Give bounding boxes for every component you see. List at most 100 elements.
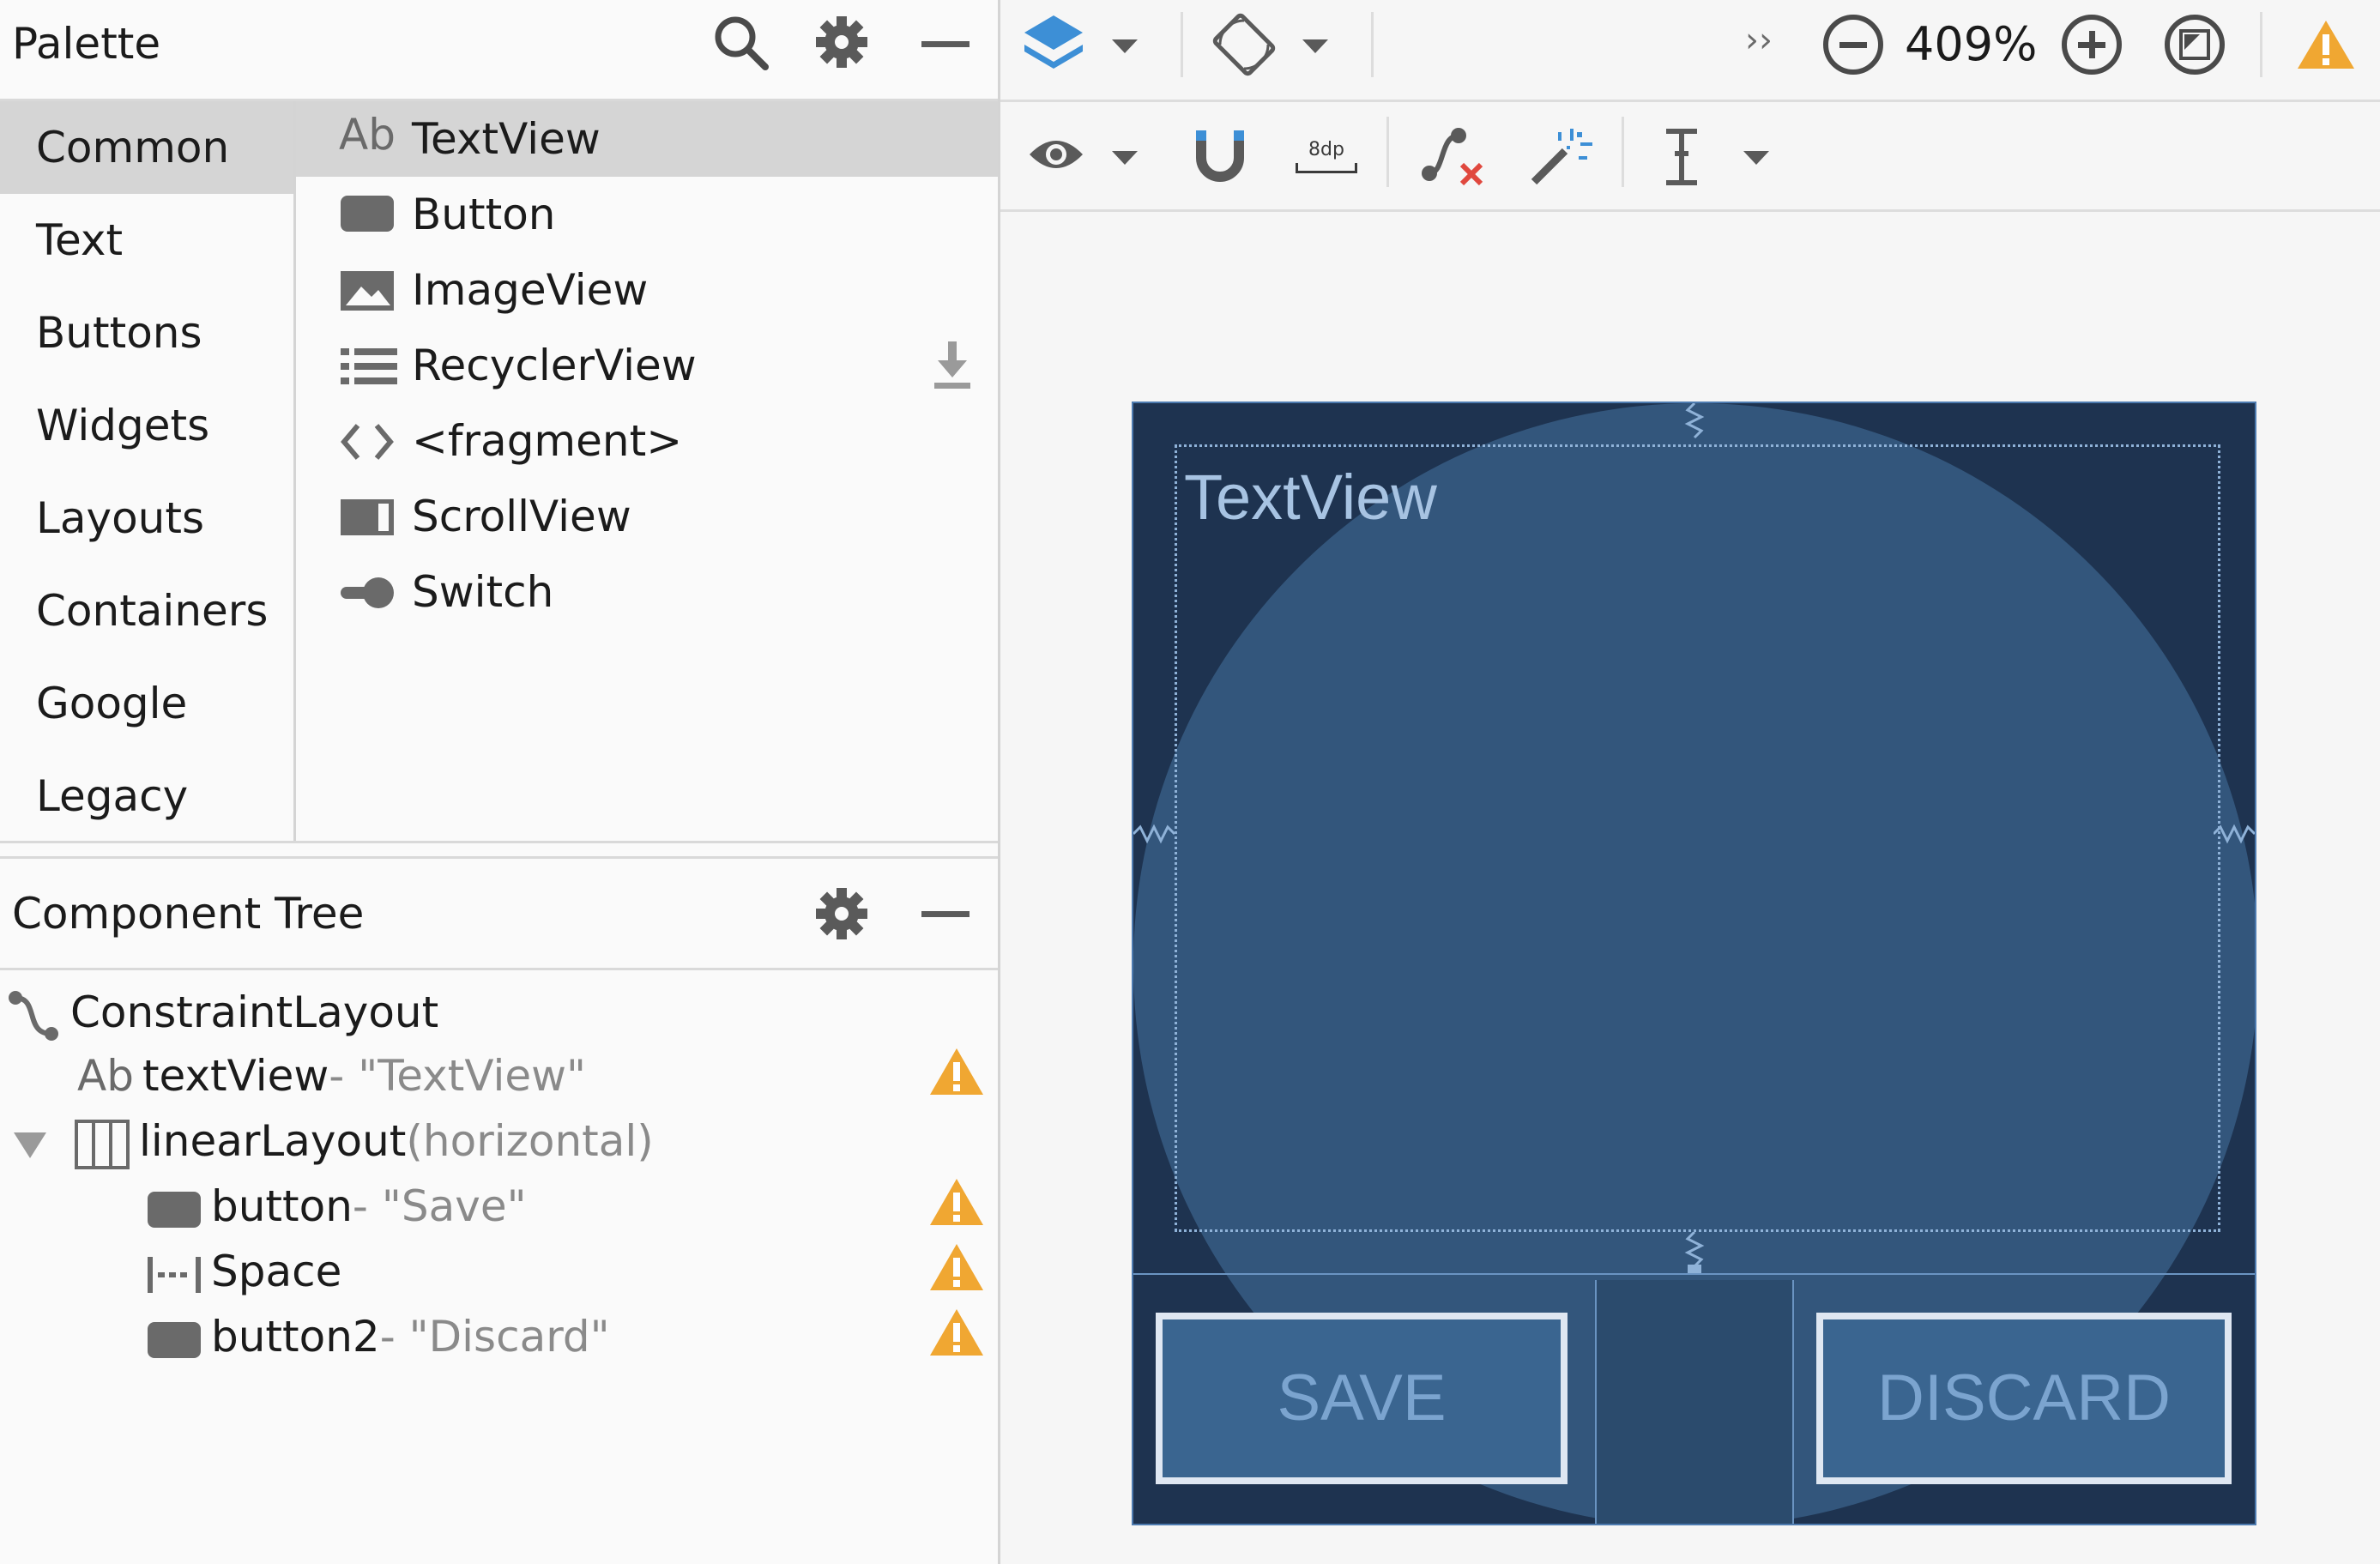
- chevron-down-icon[interactable]: [1743, 151, 1769, 166]
- toolbar-divider: [1386, 117, 1389, 187]
- space-icon: [146, 1255, 202, 1295]
- tree-node-name: button2: [211, 1312, 380, 1362]
- palette-item-button[interactable]: Button: [296, 177, 998, 252]
- tree-node-constraintlayout[interactable]: ConstraintLayout: [0, 980, 438, 1045]
- canvas-discard-button[interactable]: DISCARD: [1816, 1313, 2232, 1484]
- divider: [0, 856, 998, 859]
- layout-canvas[interactable]: TextView SAVE DISCARD: [1132, 402, 2256, 1525]
- canvas-space[interactable]: [1595, 1280, 1794, 1524]
- left-panel: Palette Common Text Buttons Widgets Layo…: [0, 0, 1000, 1564]
- divider: [1000, 209, 2380, 212]
- overflow-chevrons-icon[interactable]: ››: [1745, 21, 1773, 60]
- divider: [1000, 100, 2380, 102]
- expand-triangle-icon[interactable]: [12, 1129, 48, 1160]
- warning-icon[interactable]: [928, 1242, 985, 1292]
- linear-layout-icon: [74, 1119, 130, 1170]
- tree-node-name: textView: [142, 1051, 329, 1101]
- button-icon: [339, 194, 399, 237]
- category-layouts[interactable]: Layouts: [0, 472, 293, 565]
- minimize-icon[interactable]: [921, 911, 970, 918]
- tree-node-suffix: - "Save": [352, 1181, 527, 1231]
- zoom-to-fit-icon[interactable]: [2162, 12, 2227, 77]
- scrollview-icon: [339, 496, 399, 539]
- constraint-layout-icon: [5, 987, 62, 1044]
- palette-item-label: Switch: [412, 567, 554, 617]
- canvas-textview[interactable]: TextView: [1175, 444, 2220, 1232]
- top-constraint-spring-icon: [1682, 403, 1706, 446]
- ab-text-icon: Ab: [339, 110, 396, 160]
- left-constraint-spring-icon: [1133, 824, 1176, 844]
- layers-icon[interactable]: [1019, 12, 1088, 77]
- splitter[interactable]: [0, 841, 998, 843]
- palette-item-label: ImageView: [412, 265, 649, 315]
- palette-categories: Common Text Buttons Widgets Layouts Cont…: [0, 101, 296, 841]
- palette-item-label: TextView: [412, 114, 601, 164]
- palette-item-imageview[interactable]: ImageView: [296, 252, 998, 328]
- palette-item-scrollview[interactable]: ScrollView: [296, 479, 998, 554]
- palette-items: Ab TextView Button ImageView RecyclerVie…: [296, 101, 998, 841]
- category-widgets[interactable]: Widgets: [0, 379, 293, 472]
- rotate-device-icon[interactable]: [1211, 12, 1277, 77]
- minimize-icon[interactable]: [921, 41, 970, 48]
- tree-node-button2[interactable]: button2- "Discard": [146, 1304, 610, 1369]
- palette-item-label: ScrollView: [412, 492, 631, 541]
- canvas-linearlayout[interactable]: SAVE DISCARD: [1133, 1273, 2255, 1524]
- toolbar-divider: [1181, 12, 1183, 77]
- chevron-down-icon[interactable]: [1112, 151, 1138, 166]
- palette-item-fragment[interactable]: <fragment>: [296, 403, 998, 479]
- palette-item-switch[interactable]: Switch: [296, 554, 998, 630]
- discard-button-label: DISCARD: [1876, 1362, 2172, 1434]
- canvas-textview-label: TextView: [1184, 462, 1437, 533]
- palette-item-label: Button: [412, 190, 556, 239]
- button-icon: [146, 1320, 202, 1360]
- toolbar-divider: [2260, 12, 2262, 77]
- toolbar-divider: [1371, 12, 1374, 77]
- magic-wand-icon[interactable]: [1527, 124, 1592, 189]
- category-legacy[interactable]: Legacy: [0, 750, 293, 842]
- category-common[interactable]: Common: [0, 101, 293, 194]
- tree-node-suffix: - "TextView": [329, 1051, 587, 1101]
- tree-node-textview[interactable]: Ab textView- "TextView": [77, 1043, 586, 1108]
- ab-text-icon: Ab: [77, 1051, 134, 1101]
- gear-icon[interactable]: [813, 14, 870, 70]
- category-google[interactable]: Google: [0, 657, 293, 750]
- code-brackets-icon: [339, 420, 399, 463]
- warning-icon[interactable]: [928, 1307, 985, 1357]
- zoom-out-icon[interactable]: [1821, 12, 1886, 77]
- image-icon: [339, 269, 399, 312]
- magnet-icon[interactable]: [1194, 129, 1246, 185]
- right-constraint-spring-icon: [2214, 824, 2255, 844]
- tree-node-name: linearLayout: [139, 1116, 407, 1166]
- warning-icon[interactable]: [2296, 19, 2356, 70]
- default-margins-button[interactable]: 8dp: [1292, 134, 1361, 177]
- download-icon[interactable]: [931, 340, 974, 391]
- palette-item-label: RecyclerView: [412, 341, 697, 390]
- switch-icon: [339, 571, 399, 614]
- divider: [0, 968, 998, 970]
- gear-icon[interactable]: [813, 885, 870, 942]
- tree-node-space[interactable]: Space: [146, 1239, 341, 1304]
- align-icon[interactable]: [1664, 127, 1699, 187]
- tree-node-name: Space: [211, 1247, 342, 1296]
- clear-constraints-icon[interactable]: [1419, 124, 1488, 189]
- tree-node-button[interactable]: button- "Save": [146, 1174, 527, 1239]
- tree-node-name: button: [211, 1181, 353, 1231]
- eye-icon[interactable]: [1026, 130, 1086, 178]
- list-icon: [339, 345, 399, 388]
- palette-item-textview[interactable]: Ab TextView: [296, 101, 998, 177]
- tree-node-name: ConstraintLayout: [70, 987, 439, 1037]
- zoom-level: 409%: [1905, 17, 2038, 71]
- category-containers[interactable]: Containers: [0, 565, 293, 657]
- tree-node-linearlayout[interactable]: linearLayout(horizontal): [12, 1108, 654, 1174]
- category-buttons[interactable]: Buttons: [0, 287, 293, 379]
- category-text[interactable]: Text: [0, 194, 293, 287]
- chevron-down-icon[interactable]: [1112, 39, 1138, 55]
- search-icon[interactable]: [709, 10, 774, 75]
- zoom-in-icon[interactable]: [2059, 12, 2124, 77]
- warning-icon[interactable]: [928, 1177, 985, 1227]
- palette-item-recyclerview[interactable]: RecyclerView: [296, 328, 998, 403]
- chevron-down-icon[interactable]: [1302, 39, 1328, 55]
- warning-icon[interactable]: [928, 1047, 985, 1096]
- canvas-save-button[interactable]: SAVE: [1156, 1313, 1568, 1484]
- palette-item-label: <fragment>: [412, 416, 683, 466]
